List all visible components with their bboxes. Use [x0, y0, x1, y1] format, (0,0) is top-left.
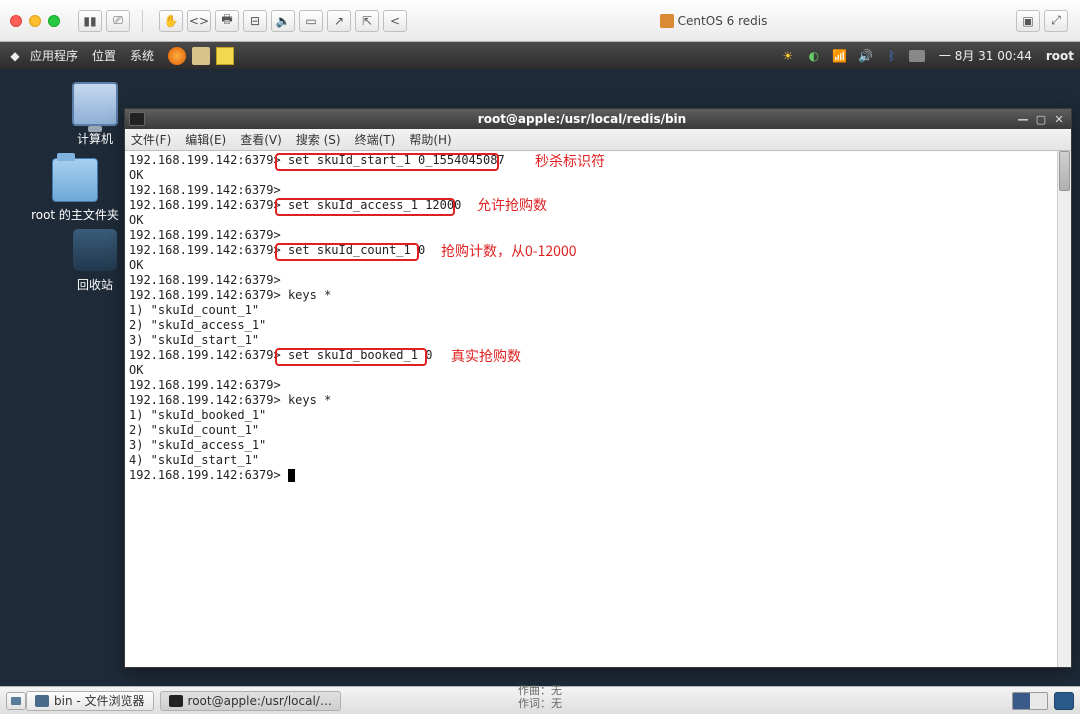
terminal-titlebar[interactable]: root@apple:/usr/local/redis/bin — ▢ ✕ — [125, 109, 1071, 129]
folder-icon — [52, 158, 98, 202]
share-icon[interactable]: ↗ — [327, 10, 351, 32]
tray-applet[interactable] — [1054, 692, 1074, 710]
disk-icon[interactable]: ⊟ — [243, 10, 267, 32]
terminal-title-text: root@apple:/usr/local/redis/bin — [151, 112, 1013, 126]
desktop-home[interactable]: root 的主文件夹 — [20, 158, 130, 223]
print-icon[interactable]: 🖶 — [215, 10, 239, 32]
applications-menu[interactable]: 应用程序 — [30, 47, 78, 64]
scrollbar[interactable] — [1057, 151, 1071, 667]
scrollbar-thumb[interactable] — [1059, 151, 1070, 191]
start-icon[interactable]: ◆ — [6, 47, 24, 65]
hand-icon[interactable]: ✋ — [159, 10, 183, 32]
workspace-switcher[interactable] — [1012, 692, 1048, 710]
mail-icon[interactable] — [192, 47, 210, 65]
clock[interactable]: 一 8月 31 00:44 — [939, 47, 1032, 64]
vm-title-text: CentOS 6 redis — [678, 14, 768, 28]
firefox-icon[interactable] — [168, 47, 186, 65]
menu-help[interactable]: 帮助(H) — [409, 131, 451, 148]
vm-title: CentOS 6 redis — [411, 14, 1016, 28]
task2-label: root@apple:/usr/local/… — [188, 694, 332, 708]
display-icon[interactable] — [909, 50, 925, 62]
notes-icon[interactable] — [216, 47, 234, 65]
terminal-menubar: 文件(F) 编辑(E) 查看(V) 搜索 (S) 终端(T) 帮助(H) — [125, 129, 1071, 151]
terminal-body[interactable]: 192.168.199.142:6379> set skuId_start_1 … — [125, 151, 1057, 667]
close-button[interactable]: ✕ — [1051, 112, 1067, 126]
highlight-box-2 — [275, 198, 455, 216]
home-label: root 的主文件夹 — [20, 206, 130, 223]
tray-icon[interactable]: ◐ — [805, 48, 823, 64]
code-icon[interactable]: <> — [187, 10, 211, 32]
menu-file[interactable]: 文件(F) — [131, 131, 171, 148]
close-dot[interactable] — [10, 15, 22, 27]
terminal-window: root@apple:/usr/local/redis/bin — ▢ ✕ 文件… — [124, 108, 1072, 668]
window-controls — [0, 15, 70, 27]
export-icon[interactable]: ⇱ — [355, 10, 379, 32]
trash-icon — [72, 228, 118, 272]
user-label[interactable]: root — [1046, 49, 1074, 63]
menu-search[interactable]: 搜索 (S) — [296, 131, 341, 148]
vm-icon — [660, 14, 674, 28]
gnome-panel: ◆ 应用程序 位置 系统 ☀ ◐ 📶 🔊 ᛒ 一 8月 31 00:44 roo… — [0, 42, 1080, 69]
highlight-box-1 — [275, 153, 499, 171]
minimize-dot[interactable] — [29, 15, 41, 27]
music-info: 作曲：无 作词：无 — [518, 684, 562, 710]
menu-edit[interactable]: 编辑(E) — [185, 131, 226, 148]
volume-icon[interactable]: 🔊 — [857, 48, 875, 64]
menu-view[interactable]: 查看(V) — [240, 131, 282, 148]
system-menu[interactable]: 系统 — [130, 47, 154, 64]
brightness-icon[interactable]: ☀ — [779, 48, 797, 64]
task1-label: bin - 文件浏览器 — [54, 692, 145, 709]
host-toolbar: ▮▮ ⎚ ✋ <> 🖶 ⊟ 🔈 ▭ ↗ ⇱ < CentOS 6 redis ▣… — [0, 0, 1080, 42]
zoom-dot[interactable] — [48, 15, 60, 27]
menu-terminal[interactable]: 终端(T) — [355, 131, 396, 148]
folder-small-icon — [35, 695, 49, 707]
network-icon[interactable]: 📶 — [831, 48, 849, 64]
computer-icon — [72, 82, 118, 126]
task-filemanager[interactable]: bin - 文件浏览器 — [26, 691, 154, 711]
annotation-2: 允许抢购数 — [477, 195, 547, 215]
task-terminal[interactable]: root@apple:/usr/local/… — [160, 691, 341, 711]
terminal-small-icon — [169, 695, 183, 707]
show-desktop-button[interactable] — [6, 692, 26, 710]
fullscreen-icon[interactable]: ⤢ — [1044, 10, 1068, 32]
bluetooth-icon[interactable]: ᛒ — [883, 48, 901, 64]
annotation-4: 真实抢购数 — [451, 346, 521, 366]
desktop-icon — [11, 697, 21, 705]
places-menu[interactable]: 位置 — [92, 47, 116, 64]
maximize-button[interactable]: ▢ — [1033, 112, 1049, 126]
highlight-box-4 — [275, 348, 427, 366]
camera-icon[interactable]: ▭ — [299, 10, 323, 32]
minimize-button[interactable]: — — [1015, 112, 1031, 126]
annotation-3: 抢购计数，从0-12000 — [441, 241, 576, 261]
highlight-box-3 — [275, 243, 419, 261]
terminal-icon — [129, 112, 145, 126]
snapshot-button[interactable]: ⎚ — [106, 10, 130, 32]
sound-icon[interactable]: 🔈 — [271, 10, 295, 32]
back-icon[interactable]: < — [383, 10, 407, 32]
annotation-1: 秒杀标识符 — [535, 151, 605, 171]
layout-icon[interactable]: ▣ — [1016, 10, 1040, 32]
pause-button[interactable]: ▮▮ — [78, 10, 102, 32]
